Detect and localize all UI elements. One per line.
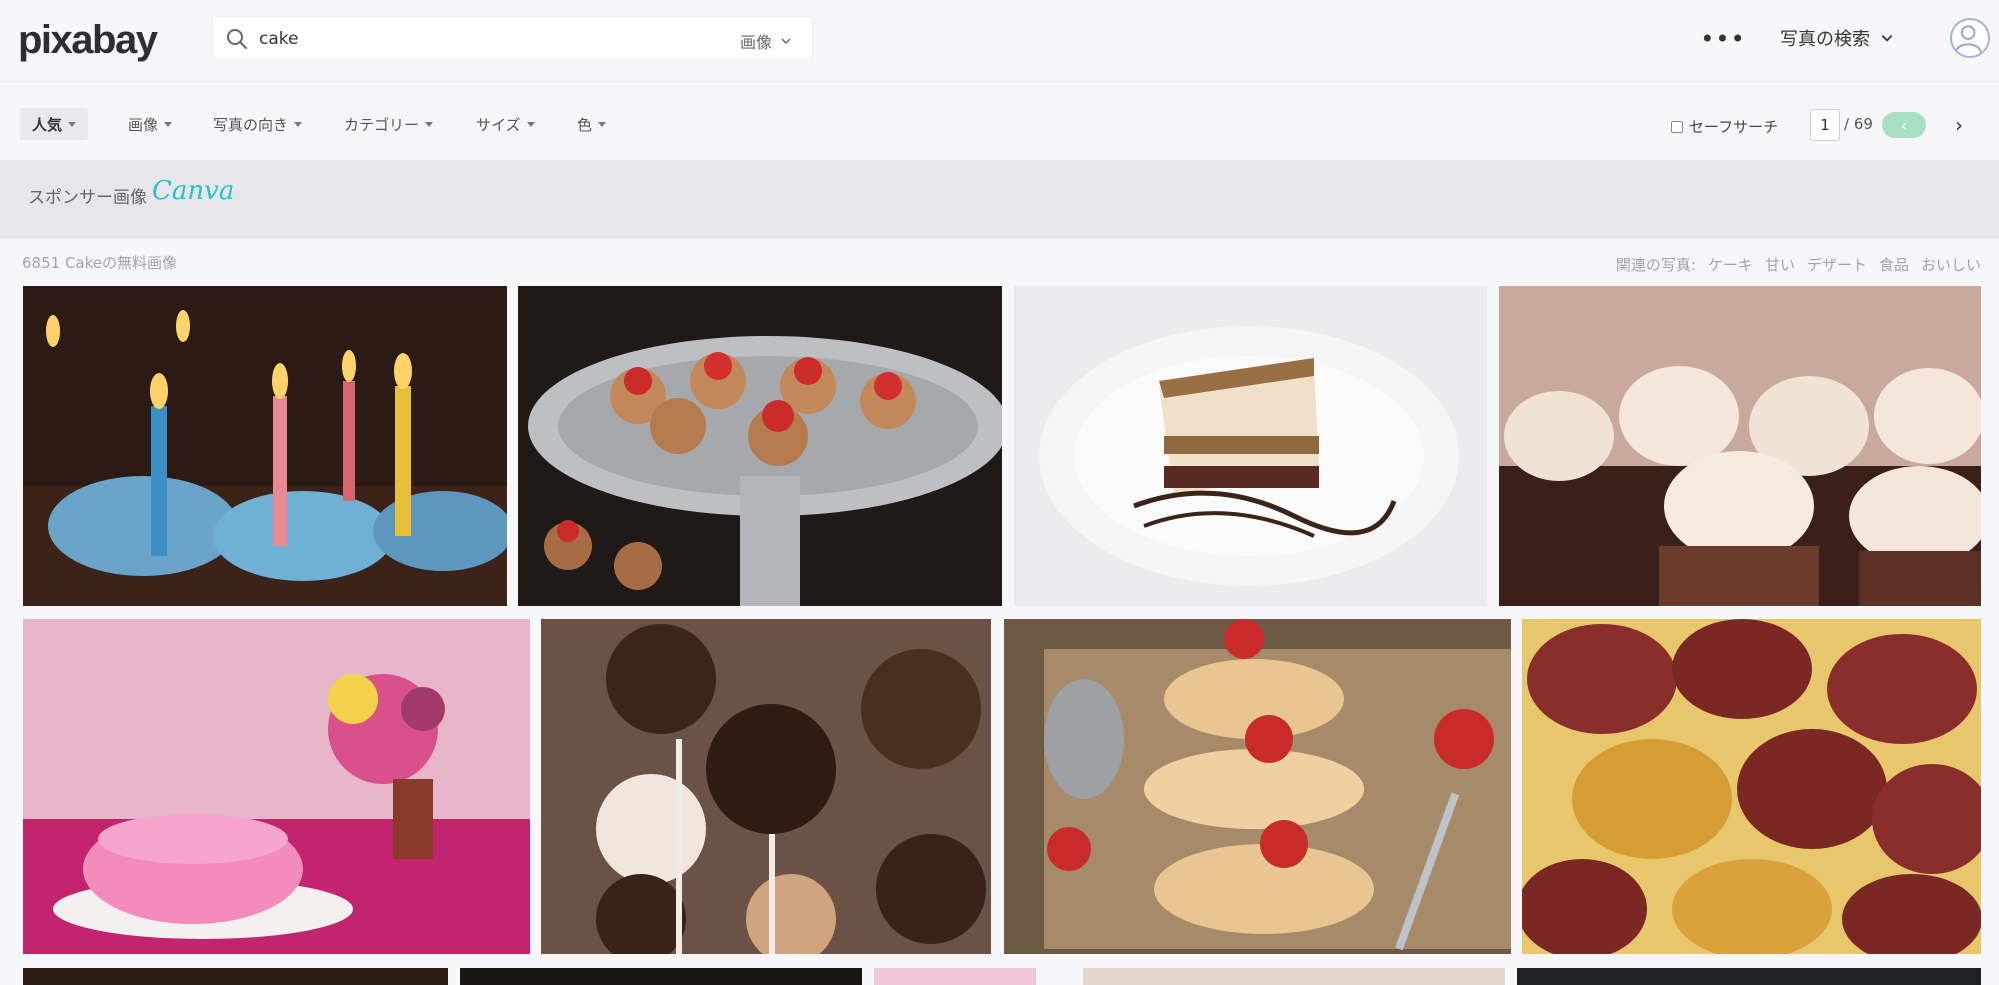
- result-count: 6851 Cakeの無料画像: [22, 254, 177, 272]
- sponsor-banner: スポンサー画像 Canva: [0, 160, 1999, 239]
- search-type-label: 画像: [739, 33, 772, 52]
- chevron-down-icon: [1881, 35, 1893, 42]
- photo-row3-1[interactable]: [23, 968, 448, 985]
- user-avatar-icon[interactable]: [1950, 18, 1990, 58]
- photo-row3-3[interactable]: [874, 968, 1036, 985]
- safesearch-label: セーフサーチ: [1689, 118, 1779, 136]
- photo-search-dropdown[interactable]: 写真の検索: [1780, 25, 1894, 51]
- filter-label: 画像: [128, 115, 159, 134]
- photo-strawberry-tarts[interactable]: [518, 286, 1002, 606]
- search-type-dropdown[interactable]: 画像: [740, 29, 792, 53]
- related-tag[interactable]: 甘い: [1765, 254, 1795, 275]
- caret-down-icon: [164, 121, 173, 127]
- caret-down-icon: [294, 121, 303, 127]
- photo-row3-4[interactable]: [1083, 968, 1505, 985]
- page-number-input[interactable]: [1810, 109, 1840, 141]
- filter-label: サイズ: [476, 115, 521, 134]
- search-input[interactable]: [259, 26, 659, 52]
- related-searches: 関連の写真: ケーキ 甘い デザート 食品 おいしい: [1616, 254, 1981, 275]
- page-total: / 69: [1844, 115, 1873, 133]
- more-dots-icon[interactable]: •••: [1700, 22, 1744, 56]
- filter-size[interactable]: サイズ: [476, 108, 535, 140]
- canva-logo[interactable]: Canva: [152, 176, 234, 206]
- prev-page-button[interactable]: ‹: [1882, 112, 1926, 138]
- caret-down-icon: [598, 121, 607, 127]
- next-page-button[interactable]: ›: [1950, 112, 1968, 138]
- photo-row3-2[interactable]: [460, 968, 862, 985]
- photo-birthday-cupcakes[interactable]: [23, 286, 507, 606]
- caret-down-icon: [68, 121, 77, 127]
- photo-plum-cake[interactable]: [1522, 619, 1981, 954]
- filter-orientation[interactable]: 写真の向き: [213, 108, 303, 140]
- photo-pink-rose-cake[interactable]: [23, 619, 530, 954]
- filter-label: 色: [577, 115, 593, 134]
- filter-label: カテゴリー: [344, 115, 420, 134]
- related-label: 関連の写真:: [1615, 256, 1696, 274]
- filter-label: 写真の向き: [213, 115, 289, 134]
- photo-cream-puffs[interactable]: [1004, 619, 1511, 954]
- photo-row3-5[interactable]: [1517, 968, 1981, 985]
- search-icon[interactable]: [225, 27, 249, 51]
- related-tag[interactable]: ケーキ: [1708, 254, 1753, 275]
- photo-search-label: 写真の検索: [1780, 29, 1870, 50]
- related-tag[interactable]: おいしい: [1921, 254, 1981, 275]
- filter-category[interactable]: カテゴリー: [344, 108, 434, 140]
- search-bar: 画像: [212, 16, 813, 60]
- header: pixabay 画像 ••• 写真の検索: [0, 0, 1999, 82]
- photo-cake-pops[interactable]: [541, 619, 991, 954]
- related-tag[interactable]: 食品: [1879, 254, 1909, 275]
- caret-down-icon: [526, 121, 535, 127]
- caret-down-icon: [425, 121, 434, 127]
- filter-popular[interactable]: 人気: [20, 108, 89, 140]
- filter-color[interactable]: 色: [577, 108, 607, 140]
- photo-frosted-cupcakes[interactable]: [1499, 286, 1981, 606]
- logo[interactable]: pixabay: [18, 16, 158, 64]
- filter-label: 人気: [32, 115, 63, 134]
- related-tag[interactable]: デザート: [1807, 254, 1867, 275]
- safesearch-checkbox[interactable]: [1671, 120, 1683, 133]
- chevron-down-icon: [781, 38, 791, 45]
- safesearch-toggle[interactable]: セーフサーチ: [1671, 116, 1778, 137]
- sponsor-label: スポンサー画像: [28, 188, 147, 208]
- filter-image-type[interactable]: 画像: [128, 108, 173, 140]
- photo-layer-cake-slice[interactable]: [1014, 286, 1487, 606]
